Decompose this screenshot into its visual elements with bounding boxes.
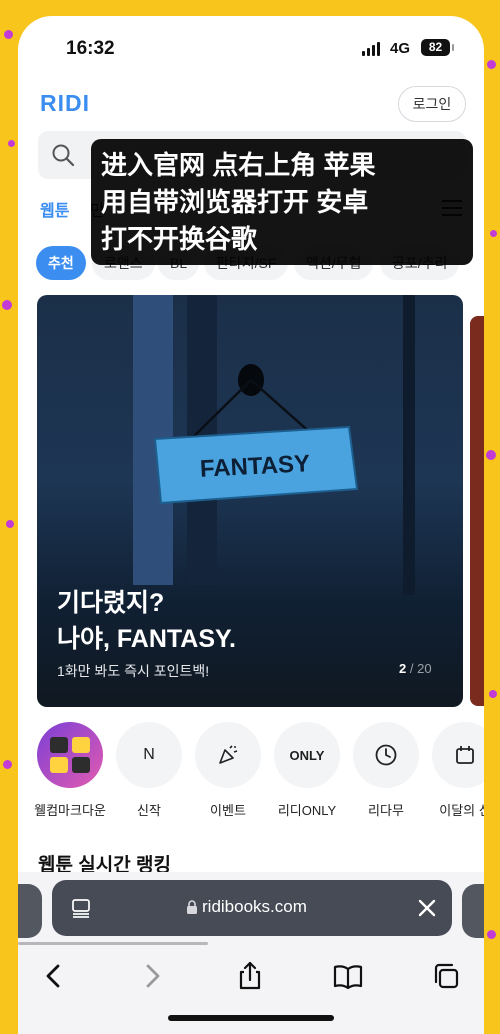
overlay-caption: 进入官网 点右上角 苹果 用自带浏览器打开 安卓 打不开换谷歌 (91, 139, 473, 265)
tab-scroll-indicator (18, 942, 208, 945)
previous-tab-preview[interactable] (18, 884, 42, 938)
battery-icon: 82 (421, 39, 450, 56)
caption-line: 进入官网 点右上角 苹果 (101, 150, 376, 180)
banner-title-line1: 기다렸지? (57, 589, 165, 617)
quick-ridamoo[interactable]: 리다무 (348, 722, 424, 819)
chip-recommend[interactable]: 추천 (36, 246, 86, 280)
clock-icon (353, 722, 419, 788)
home-indicator (168, 1015, 334, 1021)
share-icon[interactable] (234, 960, 266, 992)
caption-line: 打不开换谷歌 (101, 224, 258, 254)
quick-monthly[interactable]: 이달의 신 (427, 722, 484, 819)
quick-only[interactable]: ONLY 리디ONLY (269, 722, 345, 819)
caption-line: 用自带浏览器打开 安卓 (101, 187, 369, 217)
bookmarks-icon[interactable] (332, 960, 364, 992)
quick-new[interactable]: N 신작 (111, 722, 187, 819)
decor-dot (489, 690, 497, 698)
nav-tab-webtoon[interactable]: 웹툰 (40, 197, 69, 221)
decor-dot (4, 30, 13, 39)
login-button[interactable]: 로그인 (398, 86, 466, 122)
fantasy-sign-illustration: FANTASY (153, 364, 359, 505)
status-time: 16:32 (66, 38, 115, 59)
back-icon[interactable] (38, 960, 70, 992)
next-tab-preview[interactable] (462, 884, 484, 938)
close-icon[interactable] (416, 897, 438, 919)
decor-dot (490, 230, 497, 237)
status-bar: 16:32 4G 82 (18, 16, 484, 78)
quick-menu: 웰컴마크다운 N 신작 이벤트 ONLY 리디ONLY 리다무 이달의 (18, 722, 484, 832)
quick-welcome[interactable]: 웰컴마크다운 (32, 722, 108, 819)
browser-toolbar (18, 950, 484, 1004)
tabs-icon[interactable] (430, 960, 462, 992)
address-bar[interactable]: ridibooks.com (52, 880, 452, 936)
new-icon: N (116, 722, 182, 788)
decor-dot (8, 140, 15, 147)
decor-dot (486, 450, 496, 460)
url-text: ridibooks.com (202, 897, 307, 916)
signal-icon (362, 42, 382, 56)
party-popper-icon (195, 722, 261, 788)
search-icon (52, 144, 75, 167)
next-banner-peek[interactable] (470, 316, 484, 706)
banner-title-line2: 나야, FANTASY. (57, 625, 236, 653)
decor-dot (6, 520, 14, 528)
ridi-logo[interactable]: RIDI (40, 90, 90, 117)
decor-dot (487, 60, 496, 69)
banner-pager: 2 / 20 (399, 661, 432, 676)
forward-icon[interactable] (136, 960, 168, 992)
page-menu-icon[interactable] (70, 897, 92, 919)
banner-subtitle: 1화만 봐도 즉시 포인트백! (57, 663, 210, 679)
decor-dot (2, 300, 12, 310)
phone-screen: 16:32 4G 82 RIDI 로그인 웹툰 만 추천 로맨스 BL 판타지/… (18, 16, 484, 1034)
welcome-2025-icon (37, 722, 103, 788)
only-icon: ONLY (274, 722, 340, 788)
promo-banner[interactable]: FANTASY 기다렸지? 나야, FANTASY. 1화만 봐도 즉시 포인트… (37, 295, 463, 707)
browser-chrome: ridibooks.com (18, 872, 484, 1034)
network-type: 4G (390, 40, 411, 57)
decor-dot (3, 760, 12, 769)
quick-event[interactable]: 이벤트 (190, 722, 266, 819)
calendar-icon (432, 722, 484, 788)
battery-tip (452, 44, 454, 51)
lock-icon (187, 900, 197, 914)
decor-dot (487, 930, 496, 939)
svg-text:FANTASY: FANTASY (199, 450, 310, 483)
